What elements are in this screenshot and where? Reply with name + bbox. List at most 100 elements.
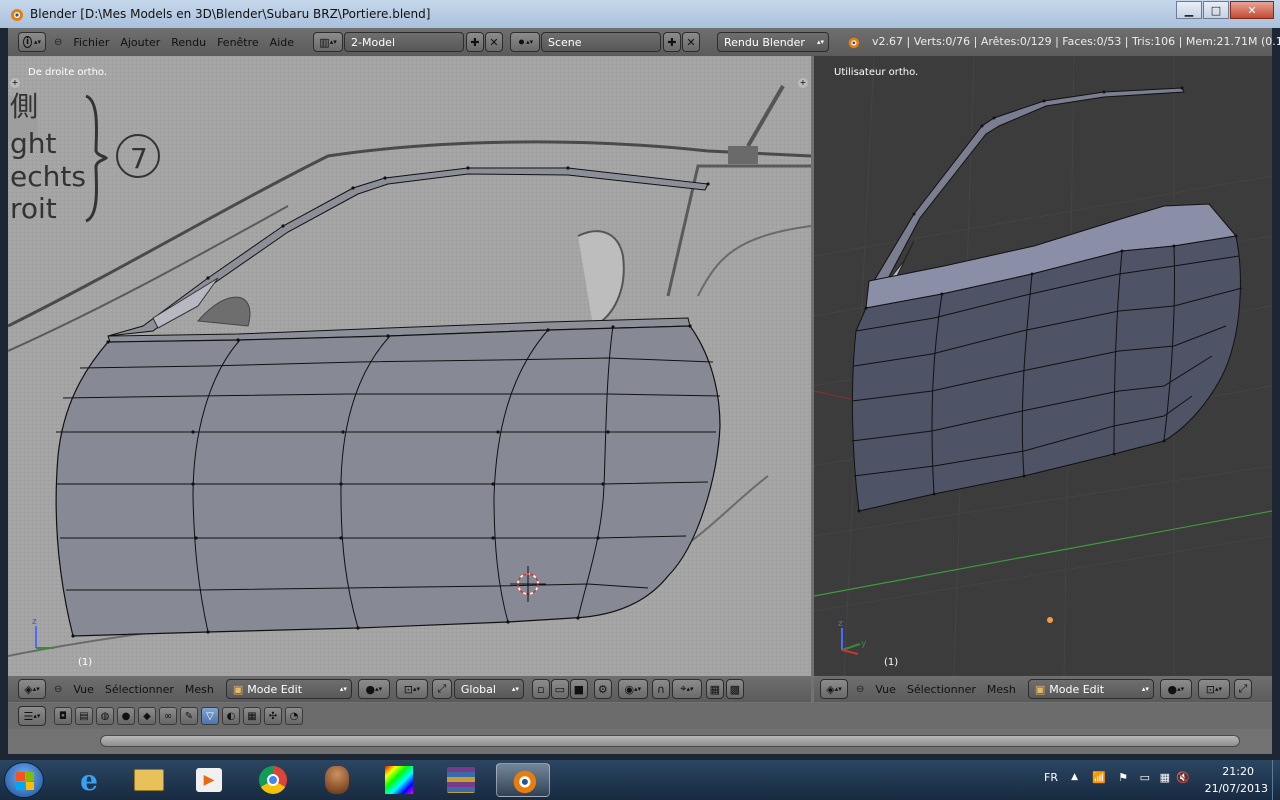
color-palette-icon — [385, 766, 413, 794]
taskbar-blender-button[interactable] — [496, 763, 550, 797]
layout-name-field[interactable]: 2-Model — [344, 32, 464, 52]
tool-constraint-button[interactable]: ∞ — [159, 707, 177, 725]
tool-object-button[interactable]: ◆ — [138, 707, 156, 725]
start-button[interactable] — [4, 762, 44, 798]
menu-vue[interactable]: Vue — [875, 683, 896, 696]
proportional-edit-button[interactable]: ◉ ▴▾ — [617, 679, 648, 699]
mode-select[interactable]: ▣ Mode Edit ▴▾ — [1027, 679, 1154, 699]
scene-delete-button[interactable]: ✕ — [682, 32, 700, 52]
tool-mesh-data-button[interactable]: ▽ — [201, 707, 219, 725]
menu-ajouter[interactable]: Ajouter — [120, 36, 160, 49]
signal-icon[interactable]: 📶 — [1092, 771, 1106, 784]
scene-stats: v2.67 | Verts:0/76 | Arêtes:0/129 | Face… — [872, 35, 1280, 48]
cube-icon: ◈ — [826, 682, 835, 696]
taskbar-winrar-button[interactable] — [434, 763, 488, 797]
taskbar-app-button[interactable] — [310, 763, 364, 797]
layout-delete-button[interactable]: ✕ — [485, 32, 503, 52]
menu-aide[interactable]: Aide — [270, 36, 294, 49]
toolbar-type-button[interactable]: ☰ ▴▾ — [18, 706, 46, 726]
editor-type-button[interactable]: ◈ ▴▾ — [820, 679, 848, 699]
limit-selection-button[interactable]: ⚙ — [593, 679, 612, 699]
clock-date[interactable]: 21/07/2013 — [1205, 782, 1268, 795]
close-button[interactable]: ✕ — [1230, 1, 1274, 19]
orientation-select[interactable]: Global ▴▾ — [453, 679, 524, 699]
manipulator-toggle[interactable]: ⤢ — [1233, 679, 1252, 699]
tool-texture-button[interactable]: ▦ — [243, 707, 261, 725]
editor-type-button[interactable]: i ▴▾ — [18, 32, 46, 52]
layout-add-button[interactable]: ✚ — [466, 32, 484, 52]
scene-name-field[interactable]: Scene — [541, 32, 661, 52]
menu-mesh[interactable]: Mesh — [987, 683, 1016, 696]
taskbar-chrome-button[interactable] — [246, 763, 300, 797]
render-engine-select[interactable]: Rendu Blender ▴▾ — [717, 32, 829, 52]
flag-icon[interactable]: ⚑ — [1118, 771, 1128, 784]
viewport-right-frame: (1) — [884, 657, 899, 668]
layout-browse-button[interactable]: ▥ ▴▾ — [313, 32, 343, 52]
scene-add-button[interactable]: ✚ — [663, 32, 681, 52]
show-desktop-button[interactable] — [1272, 760, 1280, 800]
collapse-menu-icon[interactable]: ⊖ — [54, 37, 62, 48]
collapse-menu-icon[interactable]: ⊖ — [856, 684, 864, 695]
info-header: i ▴▾ ⊖ Fichier Ajouter Rendu Fenêtre Aid… — [8, 28, 1280, 56]
camera-icon: ◘ — [59, 710, 67, 722]
shading-button[interactable]: ● ▴▾ — [1159, 679, 1192, 699]
menu-fenetre[interactable]: Fenêtre — [217, 36, 259, 49]
menu-vue[interactable]: Vue — [73, 683, 94, 696]
scene-browse-button[interactable]: ⚫ ▴▾ — [510, 32, 540, 52]
windows-taskbar: e ▶ FR ▲ 📶 ⚑ ▭ ▦ 🔇 21:20 21/07/2013 — [0, 760, 1280, 800]
viewport-right-ortho[interactable]: 7 側 ght echts roit z De droite ortho. (1… — [8, 56, 811, 676]
edit-mode-icon: ▣ — [1034, 682, 1046, 696]
manipulator-toggle[interactable]: ⤢ — [431, 679, 452, 699]
tool-physics-button[interactable]: ◔ — [285, 707, 303, 725]
pivot-button[interactable]: ⊡ ▴▾ — [395, 679, 428, 699]
viewport-corner-plus-icon[interactable]: + — [798, 78, 808, 88]
render-still-button[interactable]: ▦ — [705, 679, 724, 699]
taskbar-palette-button[interactable] — [372, 763, 426, 797]
snap-toggle[interactable]: ∩ — [651, 679, 670, 699]
face-select-button[interactable]: ■ — [569, 679, 588, 699]
horizontal-scrollbar[interactable] — [8, 729, 1272, 754]
volume-muted-icon[interactable]: 🔇 — [1176, 771, 1190, 784]
viewport-corner-plus-icon[interactable]: + — [10, 78, 20, 88]
device-icon[interactable]: ▭ — [1140, 771, 1150, 784]
mode-value: Mode Edit — [1049, 682, 1105, 696]
taskbar-explorer-button[interactable] — [122, 763, 176, 797]
tool-particles-button[interactable]: ✣ — [264, 707, 282, 725]
render-anim-button[interactable]: ▩ — [725, 679, 744, 699]
tray-expand-icon[interactable]: ▲ — [1071, 772, 1078, 782]
scrollbar-thumb[interactable] — [100, 735, 1240, 747]
snap-element-button[interactable]: ⌖ ▴▾ — [671, 679, 702, 699]
texture-icon: ▦ — [247, 710, 257, 722]
pivot-button[interactable]: ⊡ ▴▾ — [1197, 679, 1230, 699]
viewport-user-ortho[interactable]: z y Utilisateur ortho. (1) — [814, 56, 1272, 676]
tool-world-button[interactable]: ◍ — [96, 707, 114, 725]
edge-select-button[interactable]: ▭ — [550, 679, 569, 699]
menu-mesh[interactable]: Mesh — [185, 683, 214, 696]
taskbar-ie-button[interactable]: e — [62, 763, 116, 797]
menu-fichier[interactable]: Fichier — [73, 36, 109, 49]
language-indicator[interactable]: FR — [1044, 771, 1058, 784]
camera-icon: ▩ — [729, 682, 741, 696]
network-icon[interactable]: ▦ — [1160, 771, 1170, 784]
menu-rendu[interactable]: Rendu — [171, 36, 206, 49]
tool-layers-button[interactable]: ▤ — [75, 707, 93, 725]
mode-select[interactable]: ▣ Mode Edit ▴▾ — [225, 679, 352, 699]
viewport-right-label: Utilisateur ortho. — [834, 67, 919, 78]
maximize-button[interactable]: □ — [1203, 1, 1229, 19]
tool-modifier-button[interactable]: ✎ — [180, 707, 198, 725]
ref-text-line-2: ght — [10, 127, 57, 160]
tool-material-button[interactable]: ◐ — [222, 707, 240, 725]
internet-explorer-icon: e — [80, 763, 98, 797]
tool-globe-button[interactable]: ● — [117, 707, 135, 725]
collapse-menu-icon[interactable]: ⊖ — [54, 684, 62, 695]
editor-type-button[interactable]: ◈ ▴▾ — [18, 679, 46, 699]
ref-text-line-1: 側 — [10, 90, 38, 123]
minimize-button[interactable]: ▁ — [1176, 1, 1202, 19]
taskbar-media-button[interactable]: ▶ — [182, 763, 236, 797]
shading-button[interactable]: ● ▴▾ — [357, 679, 390, 699]
tool-scene-button[interactable]: ◘ — [54, 707, 72, 725]
menu-selectionner[interactable]: Sélectionner — [907, 683, 976, 696]
clock-time[interactable]: 21:20 — [1222, 765, 1254, 778]
menu-selectionner[interactable]: Sélectionner — [105, 683, 174, 696]
vertex-select-button[interactable]: ▫ — [531, 679, 550, 699]
